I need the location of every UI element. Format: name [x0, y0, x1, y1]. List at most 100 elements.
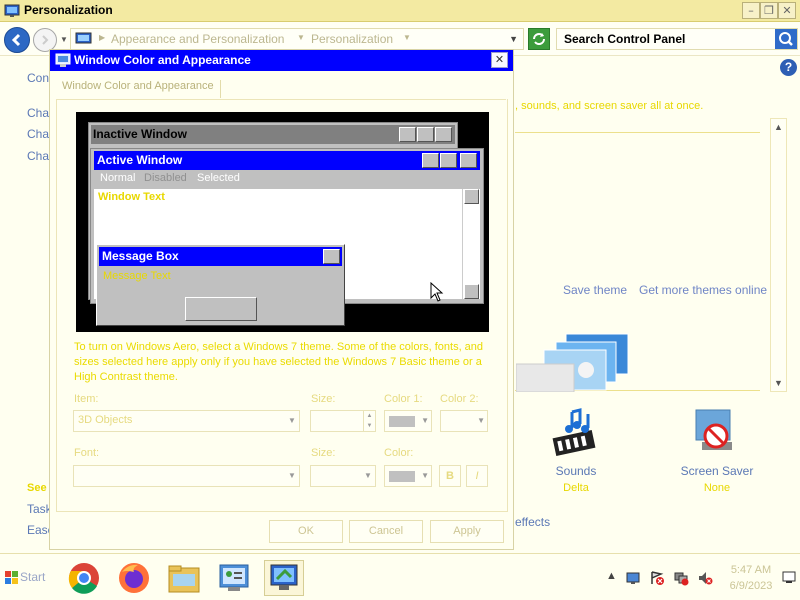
- preview-msgbox-close-icon: [323, 249, 340, 264]
- firefox-taskbar-button[interactable]: [114, 560, 154, 596]
- size-label: Size:: [311, 393, 336, 405]
- size-spin-buttons[interactable]: ▲ ▼: [363, 411, 375, 431]
- scroll-up-icon[interactable]: ▲: [774, 122, 783, 132]
- show-hidden-icons-button[interactable]: ▲: [606, 570, 617, 582]
- color1-label: Color 1:: [384, 393, 423, 405]
- preview-inactive-titlebar[interactable]: Inactive Window: [91, 125, 455, 144]
- breadcrumb-separator-icon: ▼: [297, 33, 305, 42]
- flag-alert-icon[interactable]: [649, 570, 665, 586]
- preview-close-icon: [460, 153, 477, 168]
- preview-msgbox-titlebar[interactable]: Message Box: [99, 247, 342, 266]
- clock-time: 5:47 AM: [730, 564, 772, 576]
- folder-icon: [168, 565, 200, 593]
- item-select[interactable]: 3D Objects ▼: [73, 410, 300, 432]
- help-icon[interactable]: ?: [780, 59, 797, 76]
- ok-button[interactable]: OK: [269, 520, 343, 543]
- preview-menu-bar[interactable]: Normal Disabled Selected: [94, 171, 480, 187]
- bold-button[interactable]: B: [439, 465, 461, 487]
- search-icon: [779, 32, 793, 46]
- preview-active-title: Active Window: [97, 153, 183, 167]
- chevron-down-icon: ▼: [421, 416, 429, 425]
- action-center-icon[interactable]: [625, 570, 641, 586]
- refresh-button[interactable]: [528, 28, 550, 50]
- color1-picker[interactable]: ▼: [384, 410, 432, 432]
- preview-menu-disabled[interactable]: Disabled: [144, 172, 187, 184]
- bg-effects-text[interactable]: effects: [515, 515, 550, 529]
- preview-inactive-title: Inactive Window: [93, 127, 187, 141]
- preview-menu-normal[interactable]: Normal: [100, 172, 135, 184]
- network-icon[interactable]: [673, 570, 689, 586]
- chrome-taskbar-button[interactable]: [64, 560, 104, 596]
- font-select[interactable]: ▼: [73, 465, 300, 487]
- preview-menu-selected[interactable]: Selected: [197, 172, 240, 184]
- window-titlebar: Personalization – ❐ ✕: [0, 0, 800, 22]
- preview-msgbox-button[interactable]: [185, 297, 257, 321]
- chevron-down-icon: ▼: [364, 471, 372, 480]
- minimize-button[interactable]: –: [742, 2, 760, 19]
- sounds-label[interactable]: Sounds: [521, 464, 631, 478]
- breadcrumb-appearance[interactable]: Appearance and Personalization: [111, 32, 284, 46]
- appearance-preview[interactable]: Inactive Window Active Window Normal Dis…: [76, 112, 489, 332]
- breadcrumb-dropdown-icon[interactable]: ▼: [403, 33, 411, 42]
- personalization-taskbar-button[interactable]: [264, 560, 304, 596]
- close-button[interactable]: ✕: [778, 2, 796, 19]
- bg-intro-text: , sounds, and screen saver all at once.: [515, 100, 704, 112]
- font-color-picker[interactable]: ▼: [384, 465, 432, 487]
- search-placeholder: Search Control Panel: [564, 32, 686, 46]
- font-label: Font:: [74, 447, 100, 459]
- font-size-label: Size:: [311, 447, 336, 459]
- screen-saver-icon[interactable]: [692, 408, 742, 458]
- aero-note: To turn on Windows Aero, select a Window…: [74, 341, 484, 383]
- file-explorer-taskbar-button[interactable]: [164, 560, 204, 596]
- item-label: Item:: [74, 393, 99, 405]
- personalization-icon: [4, 4, 20, 17]
- search-input[interactable]: Search Control Panel: [556, 28, 798, 50]
- volume-muted-icon[interactable]: [697, 570, 713, 586]
- taskbar: Start ▲ 5:47 AM 6/9/2023: [0, 553, 800, 600]
- preview-message-box[interactable]: Message Box Message Text: [96, 244, 345, 326]
- recent-pages-dropdown[interactable]: ▼: [60, 35, 68, 44]
- font-size-select[interactable]: ▼: [310, 465, 376, 487]
- font-color-swatch: [389, 471, 415, 482]
- themes-scrollbar[interactable]: ▲ ▼: [770, 118, 787, 392]
- save-theme-link[interactable]: Save theme: [563, 283, 627, 297]
- preview-scroll-up-icon: [464, 189, 479, 204]
- control-panel-taskbar-button[interactable]: [214, 560, 254, 596]
- preview-msgbox-text[interactable]: Message Text: [103, 270, 171, 282]
- breadcrumb-personalization[interactable]: Personalization: [311, 32, 393, 46]
- windows-logo-icon: [5, 571, 18, 584]
- dialog-close-button[interactable]: ✕: [491, 52, 508, 68]
- chevron-down-icon: ▼: [477, 416, 485, 425]
- color2-picker[interactable]: ▼: [440, 410, 488, 432]
- personalization-icon: [270, 564, 298, 590]
- forward-arrow-icon: [42, 35, 49, 45]
- italic-button[interactable]: I: [466, 465, 488, 487]
- screen-saver-label[interactable]: Screen Saver: [662, 464, 772, 478]
- address-dropdown-icon[interactable]: ▼: [509, 34, 518, 44]
- theme-thumbnails-image[interactable]: [516, 330, 636, 392]
- font-color-label: Color:: [384, 447, 414, 459]
- chevron-down-icon: ▼: [421, 471, 429, 480]
- color1-swatch: [389, 416, 415, 427]
- scroll-down-icon[interactable]: ▼: [774, 378, 783, 388]
- address-box[interactable]: ▶ Appearance and Personalization ▼ Perso…: [70, 28, 524, 50]
- preview-window-text[interactable]: Window Text: [98, 191, 165, 203]
- maximize-button[interactable]: ❐: [760, 2, 778, 19]
- size-stepper[interactable]: ▲ ▼: [310, 410, 376, 432]
- back-button[interactable]: [4, 27, 30, 53]
- show-desktop-icon[interactable]: [782, 570, 796, 584]
- preview-active-titlebar[interactable]: Active Window: [94, 151, 480, 170]
- apply-button[interactable]: Apply: [430, 520, 504, 543]
- get-more-themes-link[interactable]: Get more themes online: [639, 283, 767, 297]
- preview-minimize-icon: [399, 127, 416, 142]
- tab-window-color[interactable]: Window Color and Appearance: [62, 80, 221, 98]
- system-clock[interactable]: 5:47 AM 6/9/2023: [726, 562, 776, 594]
- sounds-icon[interactable]: [550, 408, 600, 460]
- preview-scrollbar[interactable]: [462, 189, 480, 299]
- cancel-button[interactable]: Cancel: [349, 520, 423, 543]
- start-button[interactable]: Start: [2, 567, 50, 589]
- control-panel-icon: [75, 32, 92, 44]
- preview-maximize-icon: [440, 153, 457, 168]
- bg-link-taskbar[interactable]: Task: [27, 502, 52, 516]
- search-button[interactable]: [775, 29, 797, 49]
